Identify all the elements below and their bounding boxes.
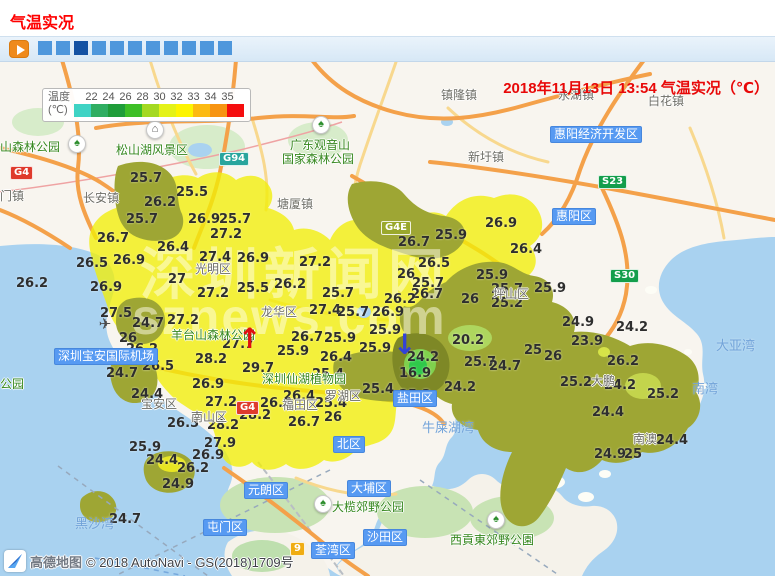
- timeline-step-4[interactable]: [92, 41, 106, 55]
- legend-swatch: [74, 104, 91, 117]
- timeline-step-3[interactable]: [74, 41, 88, 55]
- legend-tick: 26: [117, 91, 134, 104]
- legend-swatch: [91, 104, 108, 117]
- play-button[interactable]: [9, 40, 29, 58]
- legend-tick: 32: [168, 91, 185, 104]
- legend-caption: 温度 (℃): [48, 91, 70, 117]
- legend-swatch: [142, 104, 159, 117]
- legend-swatch: [210, 104, 227, 117]
- legend-tick: 30: [151, 91, 168, 104]
- temperature-legend: 温度 (℃) 222426283032333435: [42, 88, 251, 122]
- timeline-step-2[interactable]: [56, 41, 70, 55]
- amap-logo-icon[interactable]: [4, 550, 26, 572]
- legend-color-scale: [74, 104, 244, 117]
- legend-tick: 33: [185, 91, 202, 104]
- legend-swatch: [108, 104, 125, 117]
- legend-swatch: [159, 104, 176, 117]
- timeline-steps: [38, 41, 232, 55]
- map-timestamp: 2018年11月13日 13:54 气温实况（℃）: [503, 77, 769, 98]
- legend-tick: 22: [83, 91, 100, 104]
- legend-swatch: [125, 104, 142, 117]
- timeline-step-8[interactable]: [164, 41, 178, 55]
- timeline-step-7[interactable]: [146, 41, 160, 55]
- legend-tick: 34: [202, 91, 219, 104]
- legend-tick: 28: [134, 91, 151, 104]
- legend-swatch: [176, 104, 193, 117]
- page-header: 气温实况: [0, 0, 775, 36]
- attribution-copyright: © 2018 AutoNavi - GS(2018)1709号: [86, 552, 294, 571]
- legend-swatch: [227, 104, 244, 117]
- weather-app-window: 深圳新闻网 sznews.com 25.725.526.225.726.925.…: [0, 0, 775, 576]
- legend-tick: 35: [219, 91, 236, 104]
- legend-ticks: 222426283032333435: [74, 91, 244, 104]
- timeline-toolbar: [0, 36, 775, 62]
- timeline-step-11[interactable]: [218, 41, 232, 55]
- timeline-step-5[interactable]: [110, 41, 124, 55]
- page-title: 气温实况: [10, 9, 74, 33]
- timeline-step-9[interactable]: [182, 41, 196, 55]
- attribution-brand: 高德地图: [30, 552, 82, 571]
- map-canvas[interactable]: 深圳新闻网 sznews.com 25.725.526.225.726.925.…: [0, 0, 775, 576]
- play-icon: [17, 45, 25, 55]
- legend-tick: 24: [100, 91, 117, 104]
- timeline-step-6[interactable]: [128, 41, 142, 55]
- timeline-step-10[interactable]: [200, 41, 214, 55]
- legend-swatch: [193, 104, 210, 117]
- map-attribution: 高德地图 © 2018 AutoNavi - GS(2018)1709号: [4, 550, 294, 572]
- timeline-step-1[interactable]: [38, 41, 52, 55]
